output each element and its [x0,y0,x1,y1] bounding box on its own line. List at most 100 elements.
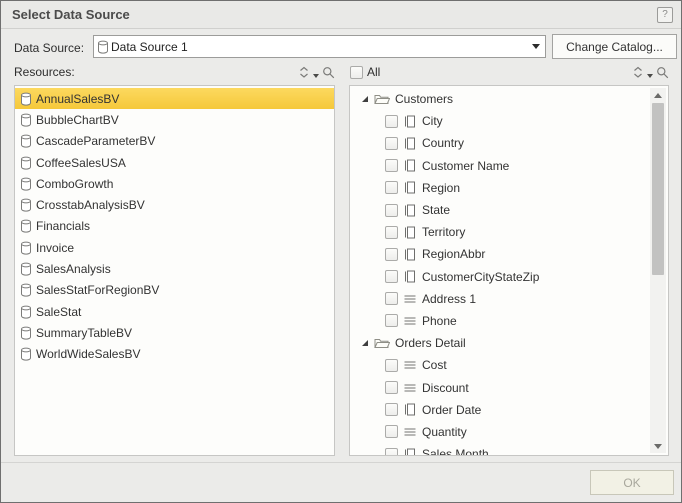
resource-item[interactable]: ComboGrowth [15,173,334,194]
all-checkbox[interactable] [350,65,363,79]
change-catalog-button[interactable]: Change Catalog... [552,34,677,59]
column-icon [404,270,416,283]
scrollbar-thumb[interactable] [652,103,664,275]
business-view-icon [20,305,32,319]
field-label: Country [422,136,465,151]
formula-icon [404,315,416,327]
folder-icon [374,93,390,105]
field-checkbox[interactable] [385,181,398,195]
tree-field-row[interactable]: State [352,199,648,221]
column-icon [404,248,416,261]
column-icon [404,159,416,172]
tree-field-row[interactable]: Cost [352,354,648,376]
tree-field-row[interactable]: Country [352,132,648,154]
resource-item[interactable]: SummaryTableBV [15,322,334,343]
column-icon [404,403,416,416]
field-checkbox[interactable] [385,270,398,284]
sort-options-caret-icon[interactable] [647,73,653,78]
resource-item[interactable]: SalesStatForRegionBV [15,280,334,301]
fields-tree: Customers City Country Customer Name Region S… [352,88,648,455]
resource-label: CascadeParameterBV [36,134,156,149]
tree-field-row[interactable]: Region [352,177,648,199]
resource-item[interactable]: WorldWideSalesBV [15,344,334,365]
scroll-down-icon[interactable] [650,439,666,453]
field-label: CustomerCityStateZip [422,269,540,284]
tree-field-row[interactable]: Territory [352,221,648,243]
data-source-dropdown[interactable]: Data Source 1 [93,35,546,58]
tree-field-row[interactable]: Quantity [352,421,648,443]
tree-field-row[interactable]: Discount [352,376,648,398]
sort-options-caret-icon[interactable] [313,73,319,78]
sort-icon[interactable] [632,66,644,79]
resource-item[interactable]: SaleStat [15,301,334,322]
ok-button[interactable]: OK [590,470,674,495]
field-checkbox[interactable] [385,114,398,128]
field-checkbox[interactable] [385,203,398,217]
resource-item[interactable]: Financials [15,216,334,237]
footer-divider [1,462,681,463]
field-checkbox[interactable] [385,314,398,328]
resource-item[interactable]: CoffeeSalesUSA [15,152,334,173]
field-checkbox[interactable] [385,292,398,306]
field-checkbox[interactable] [385,358,398,372]
field-label: Sales Month [422,447,489,455]
tree-field-row[interactable]: Address 1 [352,288,648,310]
tree-field-row[interactable]: CustomerCityStateZip [352,266,648,288]
field-label: Quantity [422,424,467,439]
business-view-icon [20,241,32,255]
field-checkbox[interactable] [385,381,398,395]
resources-label: Resources: [14,65,75,79]
resource-item[interactable]: Invoice [15,237,334,258]
field-label: Customer Name [422,158,510,173]
expand-collapse-icon[interactable] [361,339,369,347]
field-checkbox[interactable] [385,225,398,239]
resource-item[interactable]: SalesAnalysis [15,258,334,279]
data-source-label: Data Source: [14,41,85,55]
folder-icon [374,337,390,349]
field-checkbox[interactable] [385,159,398,173]
resource-item[interactable]: AnnualSalesBV [15,88,334,110]
dropdown-arrow-icon[interactable] [526,36,545,57]
all-label: All [367,65,381,79]
field-checkbox[interactable] [385,425,398,439]
field-checkbox[interactable] [385,447,398,455]
tree-field-row[interactable]: Order Date [352,399,648,421]
field-label: City [422,114,443,129]
resource-label: WorldWideSalesBV [36,347,141,362]
tree-field-row[interactable]: Sales Month [352,443,648,455]
field-checkbox[interactable] [385,403,398,417]
sort-icon[interactable] [298,66,310,79]
fields-scrollbar[interactable] [650,88,666,453]
data-source-icon [97,40,109,54]
resource-label: CrosstabAnalysisBV [36,198,145,213]
column-icon [404,115,416,128]
tree-field-row[interactable]: City [352,110,648,132]
field-label: Territory [422,225,466,240]
resource-item[interactable]: BubbleChartBV [15,109,334,130]
field-checkbox[interactable] [385,136,398,150]
tree-field-row[interactable]: RegionAbbr [352,243,648,265]
column-icon [404,204,416,217]
column-icon [404,226,416,239]
formula-icon [404,382,416,394]
field-checkbox[interactable] [385,247,398,261]
tree-group-row[interactable]: Customers [352,88,648,110]
search-icon[interactable] [322,66,335,79]
scroll-up-icon[interactable] [650,88,666,102]
tree-group-row[interactable]: Orders Detail [352,332,648,354]
dialog-titlebar[interactable]: Select Data Source [1,1,681,29]
business-view-icon [20,134,32,148]
resource-item[interactable]: CrosstabAnalysisBV [15,194,334,215]
business-view-icon [20,156,32,170]
resource-item[interactable]: CascadeParameterBV [15,131,334,152]
formula-icon [404,293,416,305]
tree-field-row[interactable]: Phone [352,310,648,332]
help-icon[interactable]: ? [657,7,673,23]
formula-icon [404,426,416,438]
tree-field-row[interactable]: Customer Name [352,155,648,177]
search-icon[interactable] [656,66,669,79]
select-data-source-dialog: Select Data Source ? Data Source: Data S… [0,0,682,503]
expand-collapse-icon[interactable] [361,95,369,103]
resource-label: CoffeeSalesUSA [36,155,126,170]
formula-icon [404,359,416,371]
